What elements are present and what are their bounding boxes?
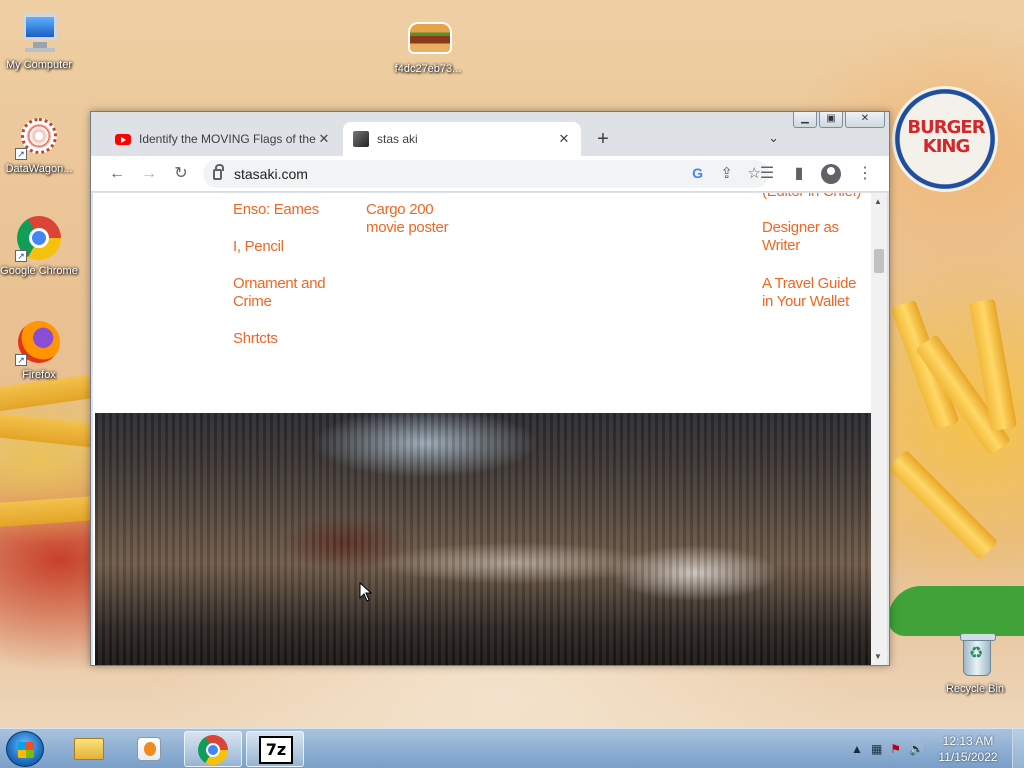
recycle-bin-icon: [951, 632, 999, 680]
taskbar-media-player[interactable]: [120, 731, 178, 767]
media-player-icon: [137, 737, 161, 761]
lettuce-decoration: [888, 586, 1024, 636]
new-tab-button[interactable]: +: [591, 128, 615, 152]
reading-list-icon[interactable]: ☰: [755, 162, 779, 186]
address-bar[interactable]: stasaki.com G ⇪ ☆: [203, 160, 769, 188]
profile-photo-icon: [353, 131, 369, 147]
reload-button[interactable]: ↻: [169, 162, 193, 186]
desktop-icon-my-computer[interactable]: My Computer: [0, 8, 78, 72]
menu-kebab-icon[interactable]: ⋮: [853, 162, 877, 186]
desktop-icon-label: f4dc27eb73...: [394, 63, 462, 75]
fries-decoration: [887, 449, 999, 561]
lock-icon: [213, 163, 224, 180]
link-i-pencil[interactable]: I, Pencil: [233, 238, 284, 256]
folder-icon: [74, 738, 104, 760]
scroll-up-arrow-icon[interactable]: ▲: [874, 197, 882, 206]
link-editor-in-chief[interactable]: (Editor in Chief): [762, 193, 871, 201]
google-lens-icon[interactable]: G: [692, 165, 703, 181]
network-icon[interactable]: ▦: [871, 742, 882, 756]
page-viewport: Enso: Eames I, Pencil Ornament and Crime…: [93, 193, 871, 665]
show-desktop-button[interactable]: [1012, 729, 1024, 768]
tab-search-chevron-icon[interactable]: ⌄: [768, 130, 779, 146]
desktop-icon-recycle-bin[interactable]: Recycle Bin: [936, 632, 1014, 696]
computer-icon: [15, 8, 63, 56]
chrome-icon: [198, 735, 228, 765]
volume-icon[interactable]: 🔊: [909, 742, 924, 756]
tab-youtube[interactable]: Identify the MOVING Flags of the ✕: [105, 122, 341, 156]
link-ornament-and-crime[interactable]: Ornament and Crime: [233, 275, 343, 311]
tab-title: stas aki: [377, 132, 418, 146]
browser-toolbar: ← → ↻ stasaki.com G ⇪ ☆ ☰ ▮ ⋮: [91, 156, 889, 192]
image-thumbnail-icon: [404, 12, 452, 60]
link-cargo-200[interactable]: Cargo 200 movie poster: [366, 201, 466, 237]
back-button[interactable]: ←: [105, 162, 129, 186]
tab-title: Identify the MOVING Flags of the: [139, 132, 316, 146]
link-travel-guide[interactable]: A Travel Guide in Your Wallet: [762, 275, 866, 311]
action-center-flag-icon[interactable]: ⚑: [890, 742, 901, 756]
shortcut-arrow-icon: ↗: [15, 250, 27, 262]
shortcut-arrow-icon: ↗: [15, 148, 27, 160]
link-shrtcts[interactable]: Shrtcts: [233, 330, 278, 348]
show-hidden-icons-chevron-icon[interactable]: ▲: [851, 742, 863, 756]
tab-close-icon[interactable]: ✕: [317, 131, 331, 147]
taskbar-7zip[interactable]: 7z: [246, 731, 304, 767]
datawagon-icon: ↗: [15, 112, 63, 160]
desktop-icon-firefox[interactable]: ↗ Firefox: [0, 318, 78, 382]
desktop-icon-datawagon[interactable]: ↗ DataWagon...: [0, 112, 78, 176]
address-url: stasaki.com: [234, 166, 308, 182]
system-tray: ▲ ▦ ⚑ 🔊 12:13 AM 11/15/2022: [851, 729, 1024, 768]
tab-stas-aki[interactable]: stas aki ✕: [343, 122, 581, 156]
profile-avatar-icon[interactable]: [821, 164, 841, 184]
taskbar-file-explorer[interactable]: [60, 731, 118, 767]
desktop-icon-google-chrome[interactable]: ↗ Google Chrome: [0, 214, 78, 278]
tab-strip: Identify the MOVING Flags of the ✕ stas …: [91, 122, 889, 156]
desktop-icon-image-file[interactable]: f4dc27eb73...: [389, 12, 467, 76]
side-panel-icon[interactable]: ▮: [787, 162, 811, 186]
desktop-icon-label: DataWagon...: [5, 163, 73, 175]
clock[interactable]: 12:13 AM 11/15/2022: [932, 733, 1004, 765]
desktop-icon-label: Firefox: [22, 369, 56, 381]
link-enso-eames[interactable]: Enso: Eames: [233, 201, 319, 219]
desktop-icon-label: Google Chrome: [0, 265, 78, 277]
clock-time: 12:13 AM: [942, 734, 994, 748]
scroll-down-arrow-icon[interactable]: ▼: [874, 652, 882, 661]
shortcut-arrow-icon: ↗: [15, 354, 27, 366]
share-icon[interactable]: ⇪: [720, 164, 733, 182]
desktop-icon-label: My Computer: [5, 59, 73, 71]
7zip-icon: 7z: [259, 736, 293, 764]
scroll-thumb[interactable]: [874, 249, 884, 273]
vertical-scrollbar[interactable]: ▲ ▼: [871, 193, 887, 665]
desktop-icon-label: Recycle Bin: [945, 683, 1005, 695]
link-designer-as-writer[interactable]: Designer as Writer: [762, 219, 862, 255]
youtube-icon: [115, 133, 131, 145]
firefox-icon: ↗: [15, 318, 63, 366]
clock-date: 11/15/2022: [938, 750, 998, 764]
chrome-icon: ↗: [15, 214, 63, 262]
start-button[interactable]: [6, 731, 44, 767]
tab-close-icon[interactable]: ✕: [557, 131, 571, 147]
forward-button[interactable]: →: [137, 162, 161, 186]
burger-king-logo-text: BURGER KING: [907, 117, 985, 157]
taskbar: 7z ▲ ▦ ⚑ 🔊 12:13 AM 11/15/2022: [0, 728, 1024, 768]
blurred-photo: [95, 413, 871, 665]
browser-window: ▁ ▣ ✕ Identify the MOVING Flags of the ✕…: [90, 111, 890, 666]
taskbar-chrome[interactable]: [184, 731, 242, 767]
